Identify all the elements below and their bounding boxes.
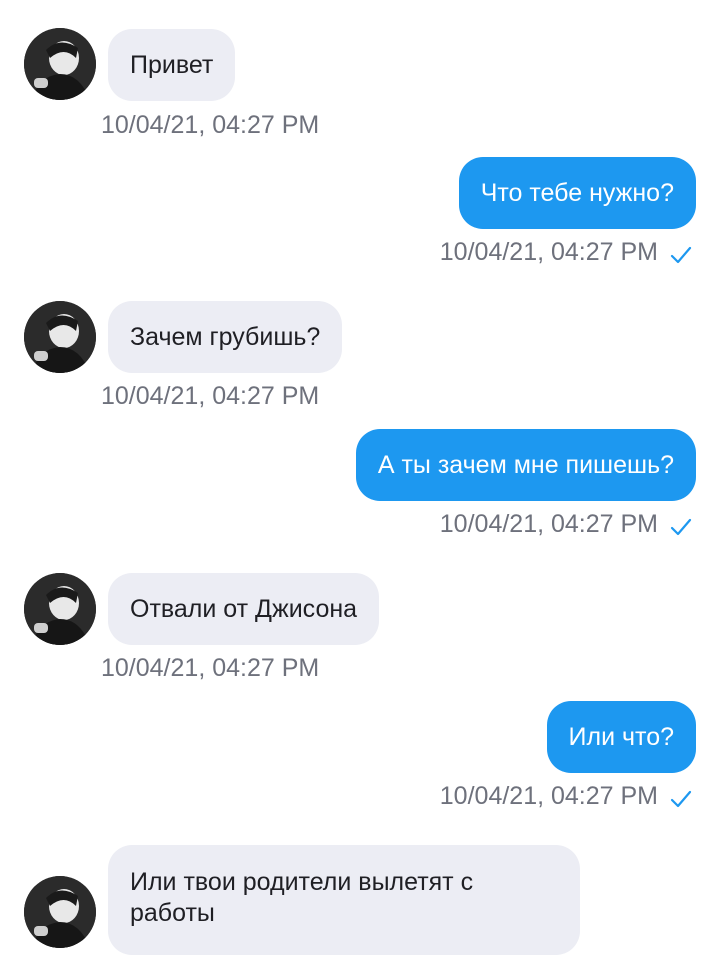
message-timestamp: 10/04/21, 04:27 PM [101,382,320,410]
message-bubble-outgoing[interactable]: А ты зачем мне пишешь? [355,429,696,501]
checkmark-icon [670,518,692,536]
message-timestamp: 10/04/21, 04:27 PM [439,782,658,810]
message-timestamp: 10/04/21, 04:27 PM [439,510,658,538]
message-timestamp: 10/04/21, 04:27 PM [101,111,320,139]
message-text: Привет [130,51,214,79]
message-bubble-incoming[interactable]: Зачем грубишь? [108,301,343,373]
message-text: Зачем грубишь? [130,323,321,351]
message-bubble-incoming[interactable]: Или твои родители вылетят с работы [108,845,580,955]
checkmark-icon [670,790,692,808]
message-timestamp: 10/04/21, 04:27 PM [439,238,658,266]
contact-avatar[interactable] [24,301,96,373]
message-bubble-incoming[interactable]: Привет [108,29,236,101]
contact-avatar[interactable] [24,573,96,645]
message-text: Или твои родители вылетят с работы [130,868,474,927]
message-timestamp: 10/04/21, 04:27 PM [101,654,320,682]
contact-avatar[interactable] [24,876,96,948]
message-text: А ты зачем мне пишешь? [377,451,674,479]
message-bubble-outgoing[interactable]: Что тебе нужно? [458,157,696,229]
message-bubble-incoming[interactable]: Отвали от Джисона [108,573,380,645]
checkmark-icon [670,246,692,264]
chat-thread: Привет 10/04/21, 04:27 PM Что тебе нужно… [0,0,720,955]
message-text: Отвали от Джисона [130,595,358,623]
contact-avatar[interactable] [24,28,96,100]
message-bubble-outgoing[interactable]: Или что? [546,701,696,773]
message-text: Что тебе нужно? [480,179,674,207]
message-text: Или что? [568,723,674,751]
